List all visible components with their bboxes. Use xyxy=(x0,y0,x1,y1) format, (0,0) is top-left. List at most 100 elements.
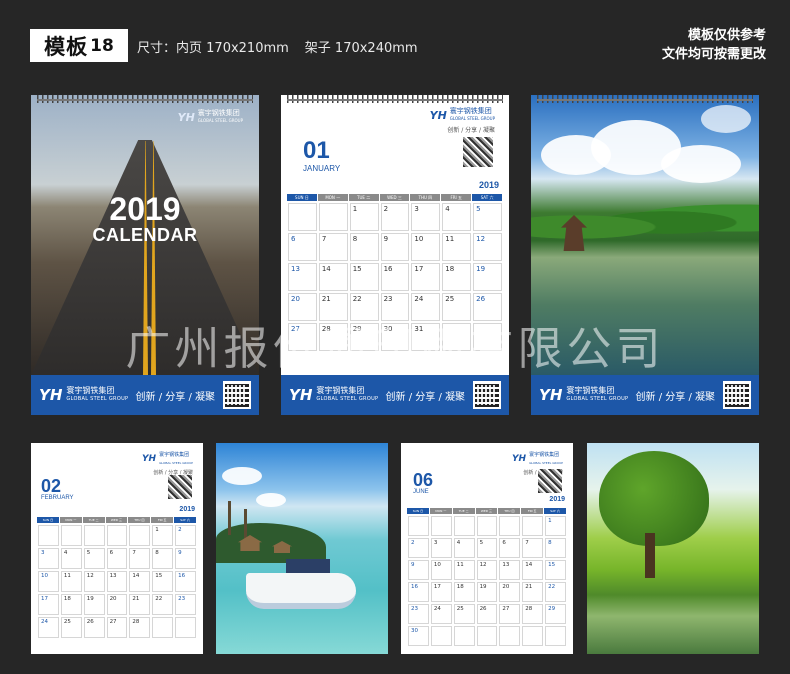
cover-logo: YH 寰宇钢铁集团 GLOBAL STEEL GROUP xyxy=(178,109,243,125)
day-number: 18 xyxy=(456,584,464,590)
day-cell: 12 xyxy=(476,560,498,580)
weekday-header: SUN 日 MON 一 TUE 二 WED 三 THU 四 FRI 五 SAT 六 xyxy=(37,517,197,523)
day-cell xyxy=(152,617,174,638)
day-cell: 15 xyxy=(545,560,566,580)
cloud xyxy=(222,467,262,485)
month-year: 2019 xyxy=(549,496,565,503)
day-number: 11 xyxy=(445,235,455,243)
page-logo-en: GLOBAL STEEL GROUP xyxy=(529,461,563,465)
day-number: 7 xyxy=(321,235,327,243)
day-number: 5 xyxy=(86,550,91,556)
day-number: 15 xyxy=(548,562,556,568)
cloud xyxy=(256,493,286,507)
day-number: 9 xyxy=(383,235,389,243)
cover-photo-road: YH 寰宇钢铁集团 GLOBAL STEEL GROUP 2019 CALENDA… xyxy=(31,95,259,375)
footer-brand-cn: 寰宇钢铁集团 xyxy=(66,386,115,395)
day-cell xyxy=(545,626,566,646)
day-cell: 24 xyxy=(411,293,441,321)
speed-boat xyxy=(246,573,356,609)
month-number: 02 xyxy=(41,476,62,496)
day-cell: 4 xyxy=(453,538,475,558)
day-number: 27 xyxy=(109,619,117,625)
month-name: JUNE xyxy=(413,489,429,495)
day-cell: 28 xyxy=(318,323,348,351)
day-cell: 5 xyxy=(83,548,105,569)
page-footer: YH 寰宇钢铁集团 GLOBAL STEEL GROUP 创新 / 分享 / 凝聚 xyxy=(531,375,759,415)
footer-brand-en: GLOBAL STEEL GROUP xyxy=(316,396,379,402)
weekday-label: TUE 二 xyxy=(452,508,476,514)
day-cell xyxy=(430,626,452,646)
day-number: 25 xyxy=(445,295,455,303)
cover-logo-en: GLOBAL STEEL GROUP xyxy=(197,118,243,123)
day-cell: 16 xyxy=(380,263,410,291)
day-cell xyxy=(408,516,429,536)
day-cell: 6 xyxy=(106,548,128,569)
day-cell: 23 xyxy=(380,293,410,321)
day-cell: 10 xyxy=(411,233,441,261)
day-number: 3 xyxy=(41,550,45,556)
day-number: 1 xyxy=(548,518,552,524)
day-cell: 26 xyxy=(473,293,502,321)
weekday-label: WED 三 xyxy=(105,517,129,523)
tree-crown xyxy=(599,451,709,546)
day-cell: 2 xyxy=(380,203,410,231)
day-number: 20 xyxy=(502,584,510,590)
page-logo: YH寰宇钢铁集团GLOBAL STEEL GROUP 创新 / 分享 / 凝聚 xyxy=(142,451,193,476)
day-number: 1 xyxy=(155,527,159,533)
weekday-label: SUN 日 xyxy=(407,508,430,514)
day-cell: 5 xyxy=(476,538,498,558)
day-cell: 8 xyxy=(349,233,379,261)
day-number: 10 xyxy=(414,235,424,243)
cover-logo-name: 寰宇钢铁集团 xyxy=(197,109,240,117)
day-cell xyxy=(83,525,105,546)
day-number: 1 xyxy=(352,205,358,213)
day-number: 13 xyxy=(291,265,300,273)
day-cell: 17 xyxy=(38,594,59,615)
day-number: 5 xyxy=(479,540,484,546)
day-cell: 21 xyxy=(522,582,544,602)
day-cell xyxy=(453,626,475,646)
day-number: 4 xyxy=(456,540,461,546)
day-cell: 18 xyxy=(453,582,475,602)
day-number: 20 xyxy=(109,596,117,602)
binding-rings xyxy=(537,95,753,103)
day-cell: 31 xyxy=(411,323,441,351)
day-number: 14 xyxy=(525,562,533,568)
day-cell: 5 xyxy=(473,203,502,231)
day-cell: 16 xyxy=(175,571,196,592)
day-cell: 15 xyxy=(349,263,379,291)
boat-canopy xyxy=(286,559,330,573)
day-number: 21 xyxy=(132,596,140,602)
footer-brand-cn: 寰宇钢铁集团 xyxy=(566,386,615,395)
day-number: 26 xyxy=(476,295,486,303)
weekday-label: SAT 六 xyxy=(472,194,503,201)
day-cell: 18 xyxy=(60,594,82,615)
size-spec: 尺寸：内页 170x210mm 架子 170x240mm xyxy=(137,37,418,56)
day-number: 10 xyxy=(41,573,48,579)
day-cell: 27 xyxy=(106,617,128,638)
calendar-page-january: YH 寰宇钢铁集团 GLOBAL STEEL GROUP 创新 / 分享 / 凝聚 … xyxy=(281,95,509,415)
day-cell xyxy=(288,203,317,231)
day-cell xyxy=(453,516,475,536)
weekday-label: TUE 二 xyxy=(348,194,380,201)
weekday-label: MON 一 xyxy=(59,517,83,523)
footer-slogan: 创新 / 分享 / 凝聚 xyxy=(385,391,465,403)
day-number: 8 xyxy=(352,235,358,243)
cover-title: CALENDAR xyxy=(92,225,198,245)
weekday-label: FRI 五 xyxy=(441,194,473,201)
day-number: 3 xyxy=(414,205,419,213)
day-number: 8 xyxy=(548,540,552,546)
day-number: 10 xyxy=(433,562,441,568)
day-cell: 20 xyxy=(499,582,521,602)
day-cell: 4 xyxy=(60,548,82,569)
weekday-label: THU 四 xyxy=(128,517,152,523)
day-cell: 23 xyxy=(175,594,196,615)
month-year: 2019 xyxy=(179,506,195,513)
day-grid: 1 2 3 4 5 6 7 8 9 10 11 12 13 14 15 16 17 18 19 20 21 22 23 24 2… xyxy=(37,524,197,639)
day-number: 23 xyxy=(383,295,393,303)
page-logo-en: GLOBAL STEEL GROUP xyxy=(449,116,495,121)
qr-code-icon xyxy=(168,475,192,499)
weekday-label: WED 三 xyxy=(475,508,499,514)
day-number: 8 xyxy=(155,550,159,556)
day-cell: 25 xyxy=(442,293,472,321)
